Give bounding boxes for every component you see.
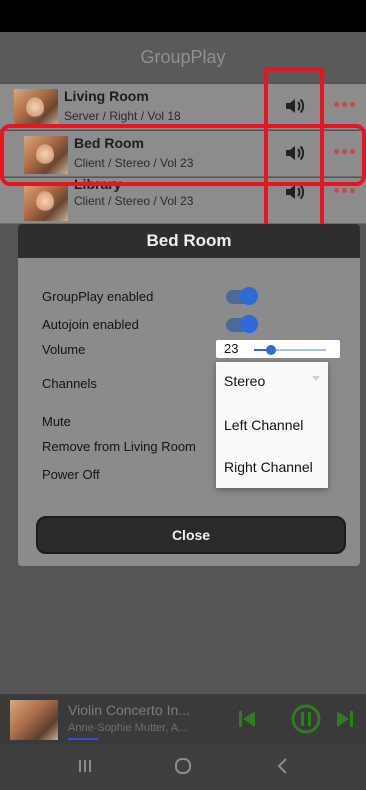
room-settings-dialog: Bed Room GroupPlay enabled Autojoin enab…	[18, 224, 360, 566]
close-button-label: Close	[171, 527, 211, 543]
room-thumbnail	[24, 183, 68, 221]
room-thumbnail	[14, 89, 58, 127]
mute-label: Mute	[42, 414, 71, 429]
album-art	[10, 700, 58, 740]
channel-option-left[interactable]: Left Channel	[224, 417, 303, 433]
track-artist: Anne-Sophie Mutter, A...	[68, 722, 188, 734]
remove-from-living-room-label[interactable]: Remove from Living Room	[42, 439, 196, 454]
status-bar	[0, 0, 366, 32]
chevron-down-icon	[312, 376, 320, 381]
app-header: GroupPlay	[0, 32, 366, 82]
volume-label: Volume	[42, 342, 86, 357]
close-button[interactable]: Close	[36, 516, 346, 554]
room-detail: Client / Stereo / Vol 23	[74, 156, 194, 170]
system-nav-bar	[0, 744, 366, 790]
room-detail: Server / Right / Vol 18	[64, 109, 181, 123]
volume-value: 23	[224, 341, 239, 356]
track-title: Violin Concerto In...	[68, 702, 190, 718]
channel-option-right[interactable]: Right Channel	[224, 459, 313, 475]
now-playing-bar[interactable]: Violin Concerto In... Anne-Sophie Mutter…	[0, 694, 366, 744]
pause-icon[interactable]	[290, 703, 322, 735]
channels-dropdown[interactable]: Stereo Left Channel Right Channel	[216, 362, 328, 488]
channels-label: Channels	[42, 376, 97, 391]
autojoin-enabled-toggle[interactable]	[226, 315, 258, 333]
volume-slider-thumb[interactable]	[266, 345, 276, 355]
room-thumbnail	[24, 136, 68, 174]
power-off-label[interactable]: Power Off	[42, 467, 100, 482]
volume-icon[interactable]	[284, 182, 306, 202]
groupplay-enabled-toggle[interactable]	[226, 287, 258, 305]
room-row-bed-room[interactable]: Bed Room Client / Stereo / Vol 23	[0, 131, 366, 177]
more-icon[interactable]	[334, 149, 355, 154]
room-row-living-room[interactable]: Living Room Server / Right / Vol 18	[0, 84, 366, 130]
back-icon[interactable]	[274, 757, 292, 775]
channel-option-stereo[interactable]: Stereo	[224, 373, 265, 389]
volume-icon[interactable]	[284, 96, 306, 116]
room-name: Living Room	[64, 88, 149, 104]
volume-control[interactable]: 23	[216, 340, 340, 358]
playback-progress	[68, 738, 98, 740]
home-icon[interactable]	[174, 757, 192, 775]
skip-previous-icon[interactable]	[236, 708, 258, 730]
room-row-library[interactable]: Library Client / Stereo / Vol 23	[0, 176, 366, 224]
more-icon[interactable]	[334, 102, 355, 107]
recent-apps-icon[interactable]	[76, 757, 94, 775]
volume-slider[interactable]	[254, 345, 326, 355]
room-name: Bed Room	[74, 135, 144, 151]
autojoin-enabled-label: Autojoin enabled	[42, 317, 139, 332]
app-title: GroupPlay	[140, 46, 226, 67]
dialog-title: Bed Room	[146, 231, 232, 250]
volume-icon[interactable]	[284, 143, 306, 163]
skip-next-icon[interactable]	[334, 708, 356, 730]
room-name: Library	[74, 176, 122, 192]
dialog-header: Bed Room	[18, 224, 360, 258]
room-detail: Client / Stereo / Vol 23	[74, 194, 194, 208]
groupplay-enabled-label: GroupPlay enabled	[42, 289, 154, 304]
more-icon[interactable]	[334, 188, 355, 193]
